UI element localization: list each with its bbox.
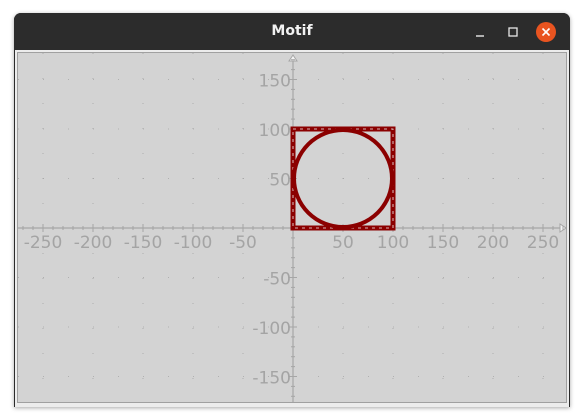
x-tick-label: 100 [377,233,409,253]
window-content: -250 -200 -150 -100 -50 50 100 150 200 250 150 100 5… [15,50,569,407]
maximize-icon [508,27,518,37]
y-tick-label: 50 [269,171,291,191]
title-bar[interactable]: Motif [14,13,570,50]
y-tick-label: -150 [252,369,291,389]
x-tick-label: -200 [74,233,113,253]
plot-canvas[interactable]: -250 -200 -150 -100 -50 50 100 150 200 250 150 100 5… [18,53,567,402]
y-tick-label: -100 [252,319,291,339]
minimize-button[interactable] [470,22,490,42]
y-tick-label: 100 [259,121,291,141]
x-tick-label: -50 [229,233,257,253]
minimize-icon [476,35,484,37]
y-tick-label: 150 [259,72,291,92]
x-tick-label: 150 [427,233,459,253]
drawing-area[interactable]: -250 -200 -150 -100 -50 50 100 150 200 250 150 100 5… [17,52,567,403]
close-icon [541,27,551,37]
maximize-button[interactable] [503,22,523,42]
close-button[interactable] [536,22,556,42]
x-tick-label: -250 [24,233,63,253]
x-tick-label: -150 [124,233,163,253]
x-tick-label: -100 [174,233,213,253]
x-tick-label: 50 [332,233,354,253]
x-tick-label: 250 [527,233,559,253]
app-window: Motif -250 -200 -150 -100 -50 50 100 150 200 250 1… [14,13,570,407]
x-tick-label: 200 [477,233,509,253]
y-tick-label: -50 [263,270,291,290]
